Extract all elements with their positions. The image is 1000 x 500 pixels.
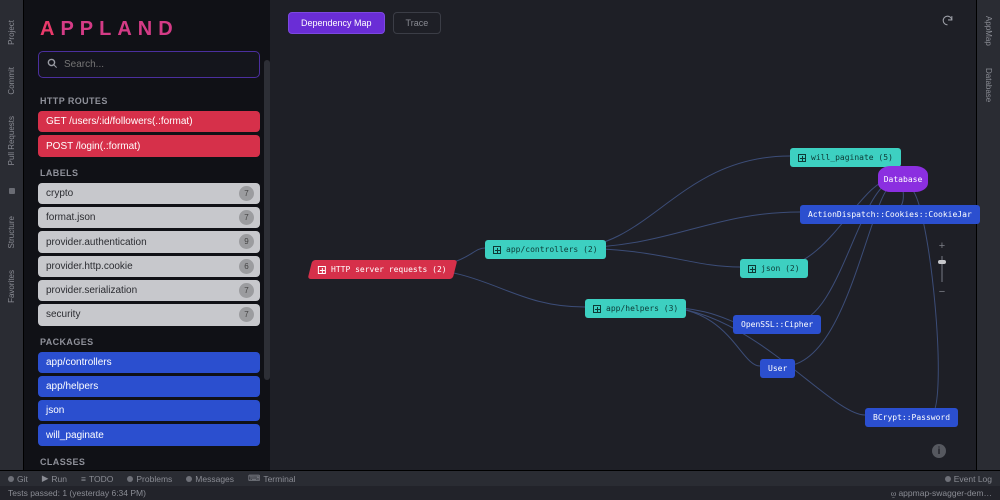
count-badge: 7 [239, 186, 254, 201]
node-bcrypt[interactable]: BCrypt::Password [865, 408, 958, 427]
route-item[interactable]: POST /login(.:format) [38, 135, 260, 156]
node-database[interactable]: Database [878, 166, 928, 192]
brand-text: PPLAND [60, 18, 178, 41]
routes-header: HTTP ROUTES [40, 96, 260, 106]
node-user[interactable]: User [760, 359, 795, 378]
messages-icon [186, 476, 192, 482]
count-badge: 7 [239, 307, 254, 322]
rail-commit[interactable]: Commit [7, 67, 16, 95]
zoom-slider[interactable] [941, 256, 943, 282]
sidebar: APPLAND HTTP ROUTES GET /users/:id/follo… [24, 0, 270, 500]
package-item[interactable]: app/controllers [38, 352, 260, 373]
rail-database[interactable]: Database [984, 68, 993, 102]
node-paginate[interactable]: will_paginate (5) [790, 148, 901, 167]
tw-git[interactable]: Git [8, 474, 28, 484]
label-item[interactable]: security7 [38, 304, 260, 325]
search-box[interactable] [38, 51, 260, 78]
expand-icon [493, 246, 501, 254]
labels-header: LABELS [40, 168, 260, 178]
count-badge: 9 [239, 234, 254, 249]
classes-header: CLASSES [40, 457, 260, 467]
tw-terminal[interactable]: ⌨Terminal [248, 473, 295, 484]
node-http-root[interactable]: HTTP server requests (2) [308, 260, 457, 279]
packages-header: PACKAGES [40, 337, 260, 347]
count-badge: 7 [239, 283, 254, 298]
graph-edges [270, 0, 976, 470]
tw-eventlog[interactable]: Event Log [945, 474, 992, 484]
info-button[interactable]: i [932, 444, 946, 458]
node-helpers[interactable]: app/helpers (3) [585, 299, 686, 318]
rail-appmap[interactable]: AppMap [984, 16, 993, 46]
bottom-toolwindows: Git ▶Run ≡TODO Problems Messages ⌨Termin… [0, 470, 1000, 486]
label-item[interactable]: format.json7 [38, 207, 260, 228]
expand-icon [593, 305, 601, 313]
dependency-graph[interactable]: HTTP server requests (2) app/controllers… [270, 0, 976, 500]
zoom-out-button[interactable]: − [939, 286, 945, 298]
node-cookiejar[interactable]: ActionDispatch::Cookies::CookieJar [800, 205, 980, 224]
tw-messages[interactable]: Messages [186, 474, 234, 484]
rail-separator [9, 188, 15, 194]
status-bar: Tests passed: 1 (yesterday 6:34 PM) ⍹ ap… [0, 486, 1000, 500]
label-item[interactable]: provider.authentication9 [38, 231, 260, 252]
rail-structure[interactable]: Structure [7, 216, 16, 248]
rail-project[interactable]: Project [7, 20, 16, 45]
zoom-in-button[interactable]: + [939, 240, 945, 252]
route-item[interactable]: GET /users/:id/followers(.:format) [38, 111, 260, 132]
label-item[interactable]: provider.http.cookie6 [38, 256, 260, 277]
node-cipher[interactable]: OpenSSL::Cipher [733, 315, 821, 334]
left-tool-rail: Project Commit Pull Requests Structure F… [0, 0, 24, 500]
brand-logo: APPLAND [40, 18, 260, 41]
package-item[interactable]: json [38, 400, 260, 421]
tw-problems[interactable]: Problems [127, 474, 172, 484]
search-icon [47, 56, 58, 74]
label-item[interactable]: provider.serialization7 [38, 280, 260, 301]
tw-run[interactable]: ▶Run [42, 473, 67, 484]
package-item[interactable]: will_paginate [38, 424, 260, 445]
count-badge: 7 [239, 210, 254, 225]
problems-icon [127, 476, 133, 482]
app-root: Project Commit Pull Requests Structure F… [0, 0, 1000, 500]
search-input[interactable] [64, 59, 251, 70]
right-tool-rail: AppMap Database [976, 0, 1000, 500]
expand-icon [748, 265, 756, 273]
zoom-slider-thumb[interactable] [938, 260, 946, 264]
eventlog-icon [945, 476, 951, 482]
zoom-control: + − [936, 240, 948, 298]
node-json[interactable]: json (2) [740, 259, 808, 278]
main-canvas[interactable]: Dependency Map Trace [270, 0, 976, 500]
tw-todo[interactable]: ≡TODO [81, 474, 113, 484]
rail-pull-requests[interactable]: Pull Requests [7, 116, 16, 165]
status-branch[interactable]: ⍹ appmap-swagger-dem… [891, 488, 992, 499]
git-icon [8, 476, 14, 482]
expand-icon [798, 154, 806, 162]
expand-icon [318, 266, 326, 274]
count-badge: 6 [239, 259, 254, 274]
package-item[interactable]: app/helpers [38, 376, 260, 397]
rail-favorites[interactable]: Favorites [7, 270, 16, 303]
node-controllers[interactable]: app/controllers (2) [485, 240, 606, 259]
label-item[interactable]: crypto7 [38, 183, 260, 204]
status-tests: Tests passed: 1 (yesterday 6:34 PM) [8, 488, 146, 498]
